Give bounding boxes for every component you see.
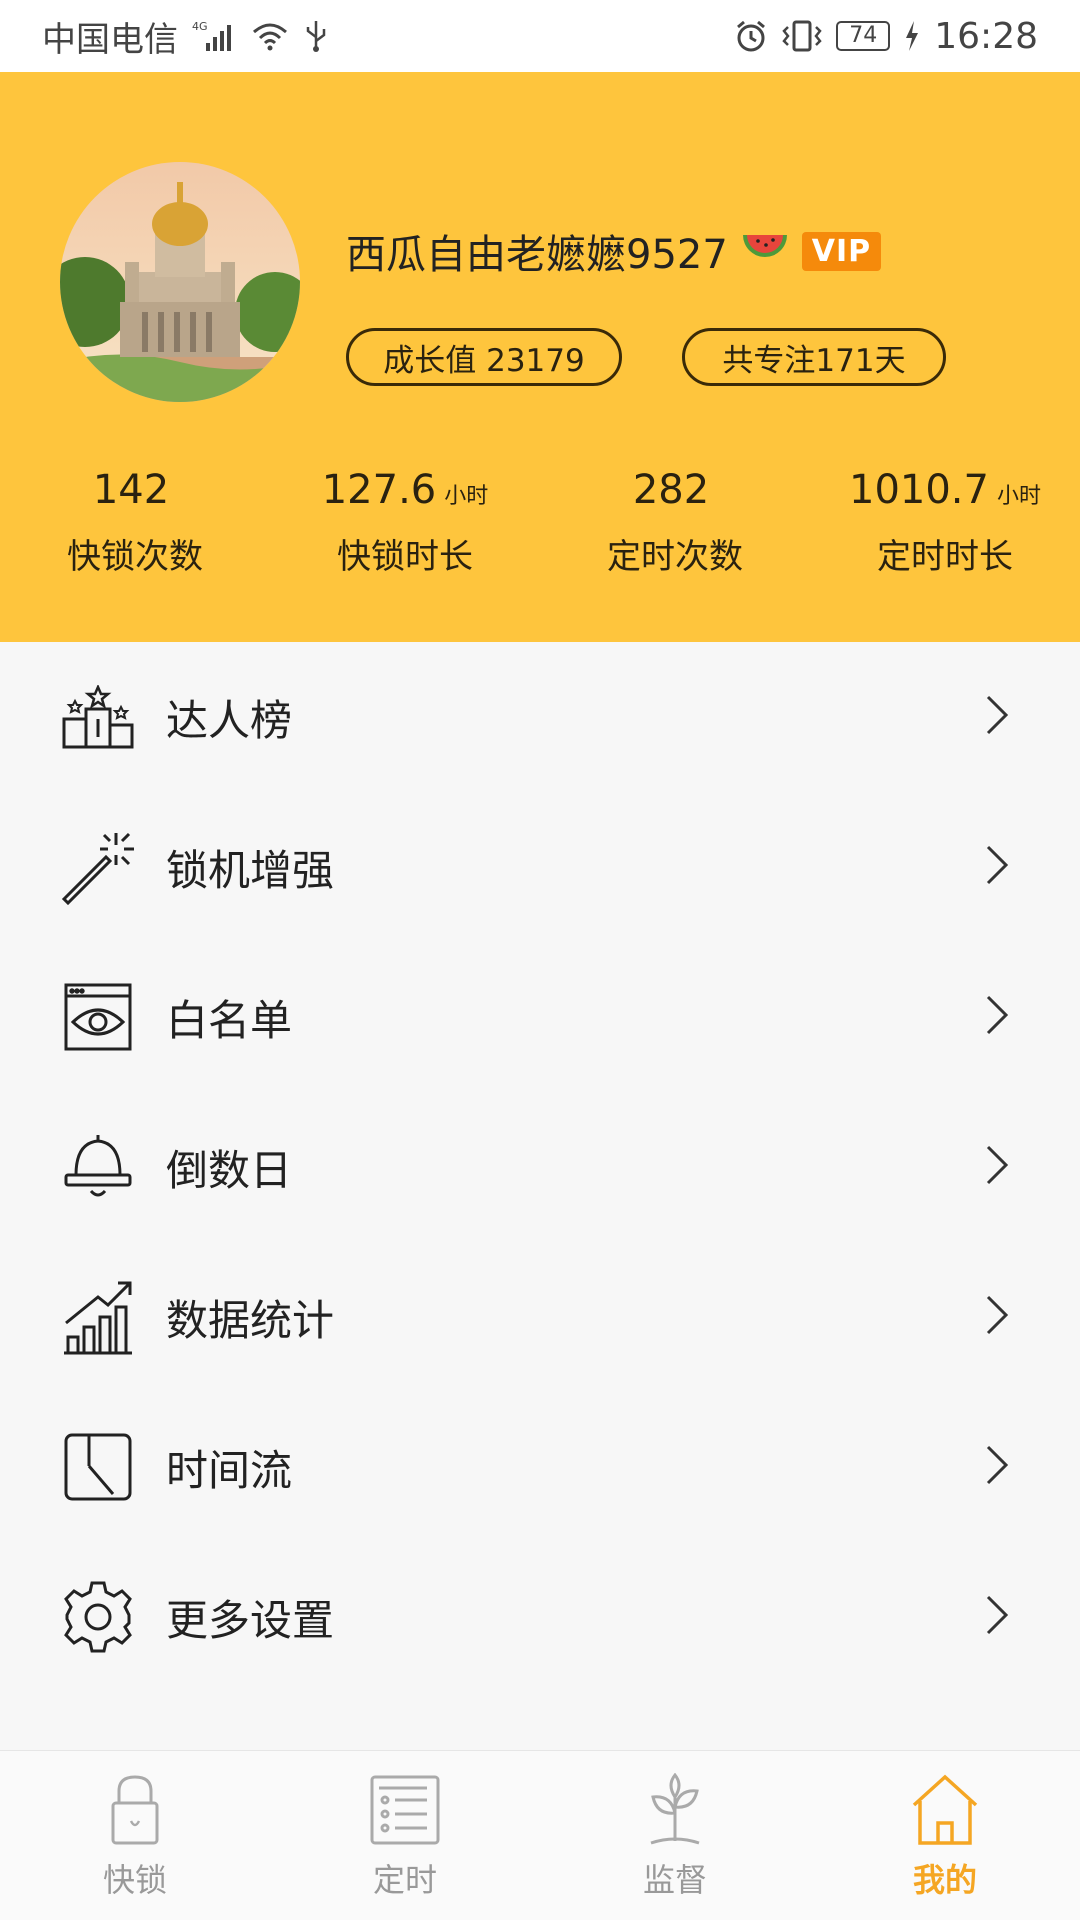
alarm-icon xyxy=(734,19,768,53)
menu-item-countdown[interactable]: 倒数日 xyxy=(0,1092,1080,1242)
nav-tab-timer[interactable]: 定时 xyxy=(270,1751,540,1920)
menu-item-time-flow[interactable]: 时间流 xyxy=(0,1392,1080,1542)
status-bar: 中国电信 4G 74 16:28 xyxy=(0,0,1080,72)
menu-list: 达人榜 锁机增强 白名单 倒数日 数据统计 时间流 更多设置 xyxy=(0,642,1080,1692)
nav-label: 快锁 xyxy=(102,1861,167,1899)
stat-value: 282 xyxy=(632,467,710,513)
menu-label: 倒数日 xyxy=(166,1145,293,1195)
clock-time: 16:28 xyxy=(934,15,1038,57)
network-type: 4G xyxy=(192,20,208,33)
nav-tab-supervise[interactable]: 监督 xyxy=(540,1751,810,1920)
menu-label: 达人榜 xyxy=(166,695,293,745)
battery-indicator: 74 xyxy=(836,21,891,51)
stat-value: 1010.7 xyxy=(849,467,989,513)
chevron-right-icon xyxy=(984,1593,1010,1641)
stat-unit: 小时 xyxy=(996,484,1041,509)
stat-label: 快锁次数 xyxy=(67,537,203,577)
stats-row: 142 快锁次数 127.6 小时 快锁时长 282 定时次数 1010.7 小… xyxy=(0,467,1080,578)
stat-label: 定时时长 xyxy=(877,537,1013,577)
watermelon-icon xyxy=(740,229,790,273)
menu-label: 锁机增强 xyxy=(166,845,335,895)
menu-item-leaderboard[interactable]: 达人榜 xyxy=(0,642,1080,792)
stat-value: 142 xyxy=(92,467,170,513)
vibrate-icon xyxy=(782,19,822,53)
profile-header: 西瓜自由老嬷嬷9527 VIP 成长值 23179 共专注171天 142 快锁… xyxy=(0,72,1080,642)
growth-value-badge[interactable]: 成长值 23179 xyxy=(346,328,622,386)
wifi-icon xyxy=(250,20,290,52)
list-icon xyxy=(369,1769,441,1851)
vip-badge: VIP xyxy=(801,231,882,271)
chevron-right-icon xyxy=(984,993,1010,1041)
eye-window-icon xyxy=(60,979,136,1055)
podium-icon xyxy=(60,679,136,755)
stat-value: 127.6 xyxy=(321,467,437,513)
menu-label: 时间流 xyxy=(166,1445,293,1495)
menu-label: 白名单 xyxy=(166,995,293,1045)
chevron-right-icon xyxy=(984,1293,1010,1341)
usb-icon xyxy=(304,19,328,53)
clock-icon xyxy=(60,1429,136,1505)
charging-icon xyxy=(904,21,920,51)
nav-label: 定时 xyxy=(372,1861,437,1899)
stat-quick-lock-duration: 127.6 小时 快锁时长 xyxy=(270,467,540,578)
menu-label: 更多设置 xyxy=(166,1595,335,1645)
chevron-right-icon xyxy=(984,1143,1010,1191)
menu-item-statistics[interactable]: 数据统计 xyxy=(0,1242,1080,1392)
magic-wand-icon xyxy=(60,829,136,905)
signal-icon: 4G xyxy=(192,19,236,53)
chevron-right-icon xyxy=(984,843,1010,891)
chevron-right-icon xyxy=(984,693,1010,741)
plant-icon xyxy=(645,1769,705,1851)
bell-icon xyxy=(60,1129,136,1205)
username-row: 西瓜自由老嬷嬷9527 VIP xyxy=(346,222,882,280)
home-icon xyxy=(910,1769,980,1851)
stat-label: 定时次数 xyxy=(607,537,743,577)
lock-icon xyxy=(107,1769,163,1851)
menu-item-lock-enhance[interactable]: 锁机增强 xyxy=(0,792,1080,942)
menu-item-more-settings[interactable]: 更多设置 xyxy=(0,1542,1080,1692)
nav-tab-mine[interactable]: 我的 xyxy=(810,1751,1080,1920)
gear-icon xyxy=(60,1579,136,1655)
stat-timer-count: 282 定时次数 xyxy=(540,467,810,578)
nav-label: 监督 xyxy=(642,1861,707,1899)
stat-label: 快锁时长 xyxy=(337,537,473,577)
chevron-right-icon xyxy=(984,1443,1010,1491)
stat-unit: 小时 xyxy=(444,484,489,509)
stat-timer-duration: 1010.7 小时 定时时长 xyxy=(810,467,1080,578)
nav-label: 我的 xyxy=(912,1861,977,1899)
menu-label: 数据统计 xyxy=(166,1295,335,1345)
menu-item-whitelist[interactable]: 白名单 xyxy=(0,942,1080,1092)
chart-icon xyxy=(60,1279,136,1355)
stat-quick-lock-count: 142 快锁次数 xyxy=(0,467,270,578)
username: 西瓜自由老嬷嬷9527 xyxy=(346,232,728,278)
avatar[interactable] xyxy=(60,162,300,402)
nav-tab-quick-lock[interactable]: 快锁 xyxy=(0,1751,270,1920)
bottom-nav: 快锁 定时 监督 我的 xyxy=(0,1750,1080,1920)
carrier-name: 中国电信 xyxy=(42,19,178,60)
focus-days-badge[interactable]: 共专注171天 xyxy=(682,328,946,386)
